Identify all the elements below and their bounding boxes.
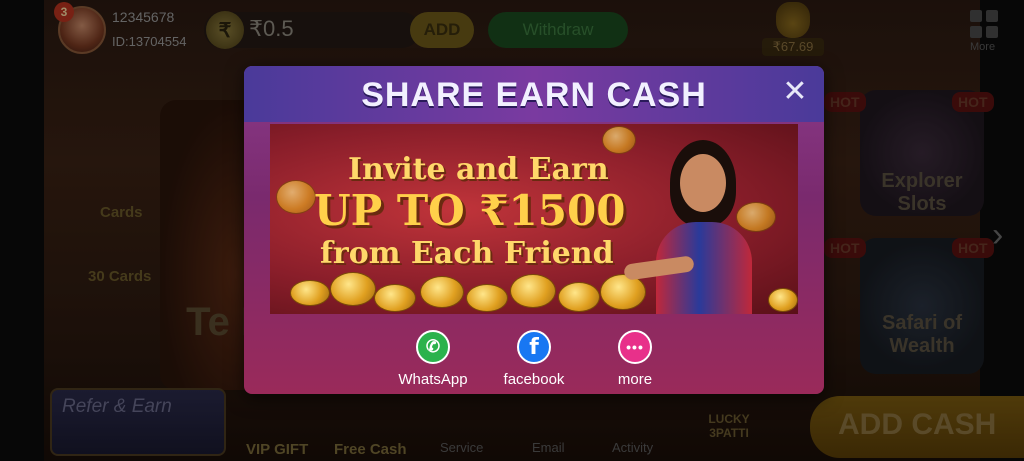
share-facebook[interactable]: f facebook (490, 330, 578, 388)
more-icon[interactable]: ••• (618, 330, 652, 364)
modal-title: SHARE EARN CASH (361, 76, 707, 114)
share-label: WhatsApp (398, 371, 468, 388)
coin-stack-icon (510, 274, 556, 308)
coin-stack-icon (600, 274, 646, 310)
coin-stack-icon (374, 284, 416, 312)
banner-headline: Invite and Earn (348, 152, 609, 187)
share-label: facebook (503, 371, 565, 388)
close-icon[interactable]: ✕ (780, 77, 810, 108)
banner-subline: from Each Friend (320, 236, 614, 271)
share-modal: SHARE EARN CASH ✕ Invite and Earn UP TO … (244, 66, 824, 394)
coin-stack-icon (466, 284, 508, 312)
share-label: more (617, 371, 653, 388)
coin-stack-icon (768, 288, 798, 312)
coin-stack-icon (420, 276, 464, 308)
presenter-woman-image (623, 140, 756, 314)
facebook-icon[interactable]: f (517, 330, 551, 364)
invite-banner[interactable]: Invite and Earn UP TO ₹1500 from Each Fr… (270, 124, 798, 314)
coin-stack-icon (290, 280, 330, 306)
banner-amount: UP TO ₹1500 (314, 186, 626, 235)
coin-icon (276, 180, 316, 214)
share-whatsapp[interactable]: ✆ WhatsApp (390, 330, 476, 388)
coin-icon (602, 126, 636, 154)
whatsapp-icon[interactable]: ✆ (416, 330, 450, 364)
coin-stack-icon (330, 272, 376, 306)
coin-stack-icon (558, 282, 600, 312)
share-more[interactable]: ••• more (604, 330, 666, 388)
